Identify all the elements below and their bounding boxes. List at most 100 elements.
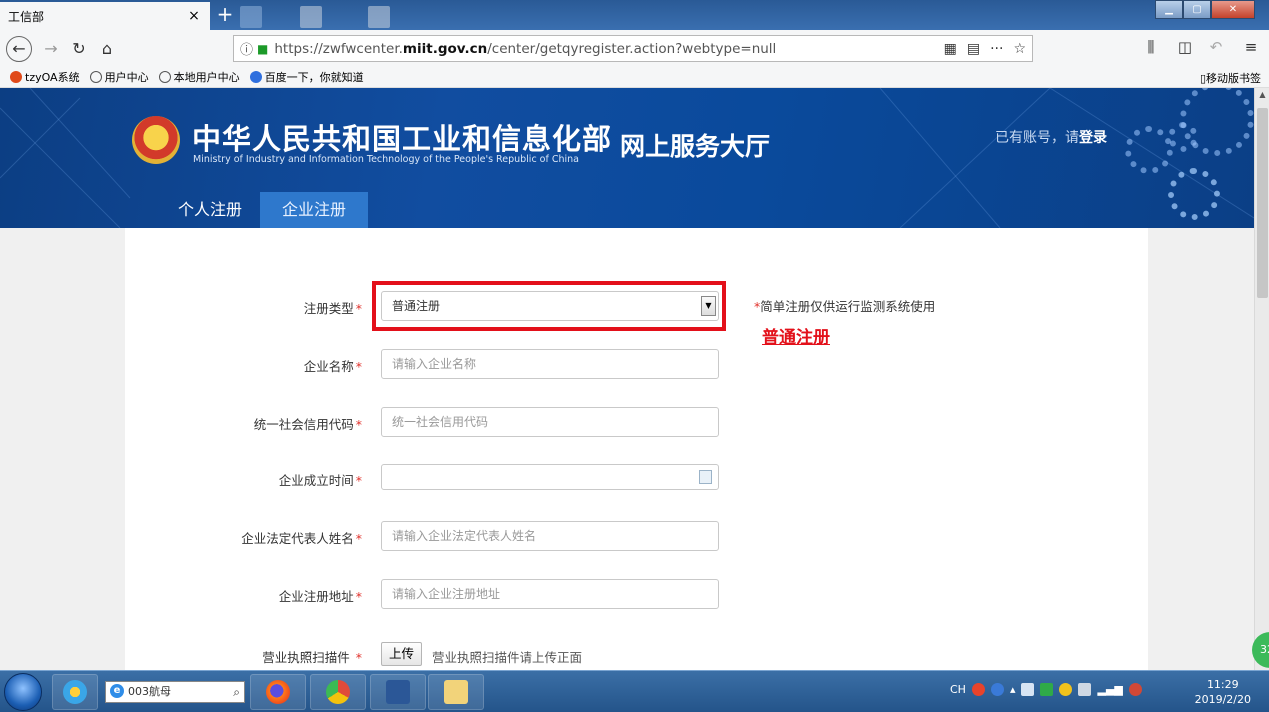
ie-icon: e [110,684,124,698]
folder-icon [444,680,468,704]
taskbar-app[interactable] [52,674,98,710]
chevron-down-icon[interactable]: ▼ [701,296,716,316]
forward-arrow-icon[interactable]: → [38,36,64,62]
field-label: 营业执照扫描件 * [262,647,362,666]
scroll-up-icon[interactable]: ▲ [1257,90,1268,99]
national-emblem-icon [132,116,180,164]
page-actions-icon[interactable]: ··· [990,41,1003,57]
bookmarks-bar: tzyOA系统 用户中心 本地用户中心 百度一下，你就知道 ▯移动版书签 [0,67,1269,88]
library-icon[interactable]: ⫼ [1140,38,1162,56]
founding-date-input[interactable] [381,464,719,490]
minimize-button[interactable]: ▁ [1155,0,1183,19]
maximize-button[interactable]: ▢ [1183,0,1211,19]
clock[interactable]: 11:29 2019/2/20 [1195,677,1251,707]
reader-view-icon[interactable]: ▤ [967,41,980,57]
upload-hint: 营业执照扫描件请上传正面 [432,647,582,666]
field-label: 统一社会信用代码* [254,414,362,433]
search-icon[interactable]: ⌕ [233,682,240,702]
tab-personal-register[interactable]: 个人注册 [160,192,260,228]
shield-icon[interactable] [1040,683,1053,696]
desktop-icon [300,6,322,28]
taskbar-explorer[interactable] [428,674,484,710]
scrollbar-thumb[interactable] [1257,108,1268,298]
tray-expand-icon[interactable]: ▴ [1010,683,1016,696]
signal-icon[interactable]: ▂▄▆ [1097,683,1122,696]
globe-icon [90,71,102,83]
clock-time: 11:29 [1195,677,1251,692]
browser-tab[interactable]: 工信部 × [0,2,210,30]
language-indicator[interactable]: CH [950,683,966,696]
taskbar-firefox[interactable] [250,674,306,710]
form-row-company-name: 企业名称* 请输入企业名称 [125,349,1148,379]
sidebar-icon[interactable]: ◫ [1174,38,1196,56]
registration-form: 注册类型* 普通注册 ▼ *简单注册仅供运行监测系统使用 普通注册 企业名称* … [125,228,1148,670]
form-row-reg-type: 注册类型* 普通注册 ▼ *简单注册仅供运行监测系统使用 [125,291,1148,321]
globe-icon [159,71,171,83]
new-tab-button[interactable]: + [214,3,236,25]
lock-icon: ■ [257,42,268,56]
registration-tabs: 个人注册 企业注册 [160,192,368,228]
back-arrow-icon[interactable]: ← [6,36,32,62]
system-tray: CH ▴ ▂▄▆ [950,683,1142,696]
form-row-credit-code: 统一社会信用代码* 统一社会信用代码 [125,407,1148,437]
chrome-icon [326,680,350,704]
address-bar[interactable]: ⓘ ■ https://zwfwcenter.miit.gov.cn/cente… [233,35,1033,62]
form-row-founding-date: 企业成立时间* [125,464,1148,490]
taskbar-chrome[interactable] [310,674,366,710]
windows-taskbar: e 003航母 ⌕ CH ▴ ▂▄▆ 11:29 2019/2/20 [0,670,1269,712]
upload-button[interactable]: 上传 [381,642,422,666]
desktop-icon [368,6,390,28]
reg-type-select[interactable]: 普通注册 ▼ [381,291,719,321]
network-icon[interactable] [1078,683,1091,696]
bookmark-item[interactable]: tzyOA系统 [10,69,80,85]
browser-tab-bar: 工信部 × + ▁ ▢ ✕ [0,0,1269,30]
reload-icon[interactable]: ↻ [66,36,92,62]
gear-icon [1168,122,1198,152]
mobile-bookmarks[interactable]: ▯移动版书签 [1200,70,1261,86]
address-input[interactable]: 请输入企业注册地址 [381,579,719,609]
vertical-scrollbar[interactable]: ▲ [1254,88,1269,670]
bookmark-item[interactable]: 百度一下，你就知道 [250,69,364,85]
bookmark-item[interactable]: 用户中心 [90,69,149,85]
login-link[interactable]: 登录 [1079,130,1107,146]
url-text[interactable]: https://zwfwcenter.miit.gov.cn/center/ge… [274,41,943,57]
calendar-icon[interactable] [699,470,712,484]
close-window-button[interactable]: ✕ [1211,0,1255,19]
word-icon [386,680,410,704]
bookmark-item[interactable]: 本地用户中心 [159,69,240,85]
field-label: 企业注册地址* [279,586,362,605]
tab-enterprise-register[interactable]: 企业注册 [260,192,368,228]
site-subtitle: Ministry of Industry and Information Tec… [193,154,579,165]
tab-close-icon[interactable]: × [186,8,202,24]
gear-icon [1168,168,1220,220]
page-viewport: 中华人民共和国工业和信息化部 Ministry of Industry and … [0,88,1254,670]
legal-rep-input[interactable]: 请输入企业法定代表人姓名 [381,521,719,551]
field-label: 企业名称* [304,356,362,375]
app-icon [63,680,87,704]
form-row-license: 营业执照扫描件 * 上传 营业执照扫描件请上传正面 [125,640,1148,670]
flag-icon[interactable] [1021,683,1034,696]
info-icon[interactable]: ⓘ [240,39,253,58]
plus-icon[interactable] [1059,683,1072,696]
bookmark-star-icon[interactable]: ☆ [1013,41,1026,57]
field-label: 企业成立时间* [279,470,362,489]
reg-type-hint: *简单注册仅供运行监测系统使用 [754,296,935,315]
site-title: 中华人民共和国工业和信息化部 [192,116,612,158]
desktop-icon [240,6,262,28]
company-name-input[interactable]: 请输入企业名称 [381,349,719,379]
start-button[interactable] [4,673,42,711]
volume-muted-icon[interactable] [1129,683,1142,696]
qr-code-icon[interactable]: ▦ [944,41,957,57]
field-label: 注册类型* [304,298,362,317]
credit-code-input[interactable]: 统一社会信用代码 [381,407,719,437]
taskbar-search-input[interactable]: e 003航母 ⌕ [105,681,245,703]
menu-icon[interactable]: ≡ [1240,38,1262,56]
undo-icon[interactable]: ↶ [1205,38,1227,56]
sogou-icon[interactable] [972,683,985,696]
home-icon[interactable]: ⌂ [94,36,120,62]
window-controls: ▁ ▢ ✕ [1155,0,1255,19]
taskbar-word[interactable] [370,674,426,710]
clock-date: 2019/2/20 [1195,692,1251,707]
site-banner: 中华人民共和国工业和信息化部 Ministry of Industry and … [0,88,1254,228]
help-icon[interactable] [991,683,1004,696]
